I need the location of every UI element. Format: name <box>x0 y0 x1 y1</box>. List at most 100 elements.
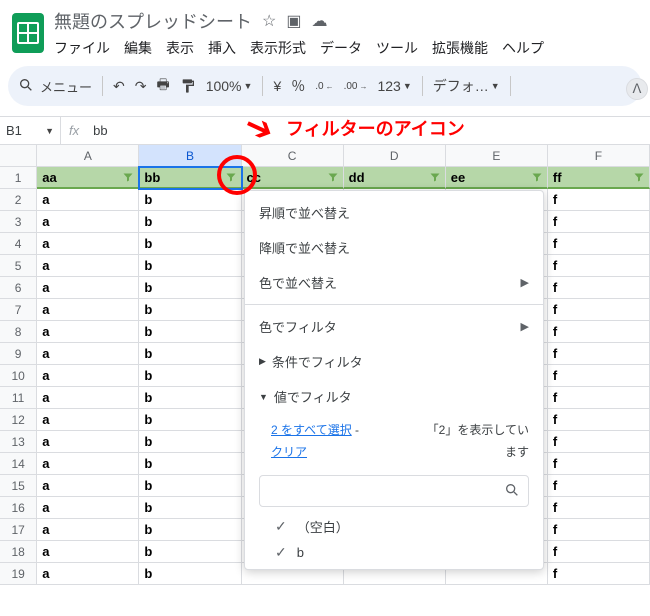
row-header[interactable]: 8 <box>0 321 37 343</box>
cell[interactable]: f <box>548 497 650 519</box>
filter-icon[interactable] <box>428 170 442 184</box>
filter-option-b[interactable]: ✓b <box>245 540 543 565</box>
cell[interactable]: b <box>139 475 241 497</box>
cell[interactable]: f <box>548 211 650 233</box>
filter-icon[interactable] <box>121 170 135 184</box>
filter-by-value-toggle[interactable]: ▼値でフィルタ <box>245 379 543 414</box>
star-icon[interactable]: ☆ <box>262 11 276 31</box>
cell[interactable]: b <box>139 211 241 233</box>
zoom-dropdown[interactable]: 100%▼ <box>206 78 253 94</box>
column-header[interactable]: F <box>548 145 650 167</box>
toolbar-collapse-button[interactable]: ᐱ <box>626 78 648 100</box>
cell[interactable]: f <box>548 431 650 453</box>
cell[interactable]: f <box>548 519 650 541</box>
cell[interactable]: f <box>548 541 650 563</box>
row-header[interactable]: 16 <box>0 497 37 519</box>
cell[interactable]: b <box>139 453 241 475</box>
menu-edit[interactable]: 編集 <box>124 38 152 58</box>
format-number-dropdown[interactable]: 123▼ <box>377 78 411 94</box>
menu-view[interactable]: 表示 <box>166 38 194 58</box>
row-header[interactable]: 10 <box>0 365 37 387</box>
row-header[interactable]: 6 <box>0 277 37 299</box>
cell[interactable]: f <box>548 233 650 255</box>
header-cell[interactable]: bb <box>139 167 241 189</box>
header-cell[interactable]: dd <box>344 167 446 189</box>
row-header[interactable]: 13 <box>0 431 37 453</box>
column-header[interactable]: C <box>242 145 344 167</box>
cell[interactable]: a <box>37 211 139 233</box>
filter-icon[interactable] <box>530 170 544 184</box>
decrease-decimal-button[interactable]: .0← <box>315 81 333 92</box>
row-header[interactable]: 4 <box>0 233 37 255</box>
cell[interactable]: a <box>37 519 139 541</box>
filter-icon[interactable] <box>632 170 646 184</box>
header-cell[interactable]: aa <box>37 167 139 189</box>
increase-decimal-button[interactable]: .00→ <box>344 81 368 92</box>
cell[interactable]: f <box>548 365 650 387</box>
row-header[interactable]: 7 <box>0 299 37 321</box>
cell[interactable]: a <box>37 431 139 453</box>
cell[interactable]: f <box>548 475 650 497</box>
cell[interactable]: a <box>37 475 139 497</box>
menu-data[interactable]: データ <box>320 38 362 58</box>
cell[interactable]: f <box>548 387 650 409</box>
column-header[interactable]: D <box>344 145 446 167</box>
column-header[interactable]: E <box>446 145 548 167</box>
cell[interactable]: f <box>548 321 650 343</box>
menu-extensions[interactable]: 拡張機能 <box>432 38 488 58</box>
row-header[interactable]: 2 <box>0 189 37 211</box>
filter-by-condition-toggle[interactable]: ▶条件でフィルタ <box>245 344 543 379</box>
column-header[interactable]: A <box>37 145 139 167</box>
cell[interactable]: f <box>548 409 650 431</box>
cell[interactable]: b <box>139 321 241 343</box>
cell[interactable]: b <box>139 431 241 453</box>
cell[interactable]: b <box>139 541 241 563</box>
cell[interactable]: a <box>37 563 139 585</box>
name-box[interactable]: B1▼ <box>0 123 60 138</box>
redo-button[interactable]: ↷ <box>135 78 147 95</box>
cell[interactable]: a <box>37 541 139 563</box>
move-folder-icon[interactable]: ▣ <box>286 11 301 31</box>
doc-title[interactable]: 無題のスプレッドシート <box>54 8 252 34</box>
cell[interactable]: b <box>139 189 241 211</box>
cell[interactable]: a <box>37 343 139 365</box>
cell[interactable]: b <box>139 299 241 321</box>
header-cell[interactable]: ff <box>548 167 650 189</box>
currency-button[interactable]: ¥ <box>273 78 281 94</box>
sort-asc-item[interactable]: 昇順で並べ替え <box>245 195 543 230</box>
cell[interactable]: b <box>139 343 241 365</box>
print-button[interactable]: 🖶 <box>156 74 169 98</box>
row-header[interactable]: 14 <box>0 453 37 475</box>
clear-link[interactable]: クリア <box>271 445 307 459</box>
row-header[interactable]: 5 <box>0 255 37 277</box>
cell[interactable]: f <box>548 299 650 321</box>
undo-button[interactable]: ↶ <box>113 78 125 95</box>
cell[interactable]: b <box>139 519 241 541</box>
cell[interactable]: a <box>37 321 139 343</box>
cell[interactable]: f <box>548 277 650 299</box>
row-header[interactable]: 15 <box>0 475 37 497</box>
menu-insert[interactable]: 挿入 <box>208 38 236 58</box>
menu-tools[interactable]: ツール <box>376 38 418 58</box>
cell[interactable]: b <box>139 365 241 387</box>
cell[interactable]: b <box>139 255 241 277</box>
cell[interactable]: b <box>139 233 241 255</box>
paint-format-button[interactable] <box>180 78 196 94</box>
cloud-status-icon[interactable]: ☁ <box>311 11 327 31</box>
column-header[interactable]: B <box>139 145 241 167</box>
row-header[interactable]: 19 <box>0 563 37 585</box>
sort-by-color-item[interactable]: 色で並べ替え▶ <box>245 265 543 300</box>
menu-format[interactable]: 表示形式 <box>250 38 306 58</box>
font-dropdown[interactable]: デフォ…▼ <box>433 76 500 96</box>
cell[interactable]: a <box>37 299 139 321</box>
cell[interactable]: f <box>548 343 650 365</box>
cell[interactable]: a <box>37 255 139 277</box>
filter-search-input[interactable] <box>259 475 529 507</box>
cell[interactable]: a <box>37 387 139 409</box>
menu-search[interactable]: メニュー <box>18 77 92 96</box>
cell[interactable]: b <box>139 409 241 431</box>
cell[interactable]: b <box>139 497 241 519</box>
percent-button[interactable]: ％ <box>291 76 305 96</box>
select-all-link[interactable]: 2 をすべて選択 <box>271 423 352 437</box>
cell[interactable]: f <box>548 563 650 585</box>
